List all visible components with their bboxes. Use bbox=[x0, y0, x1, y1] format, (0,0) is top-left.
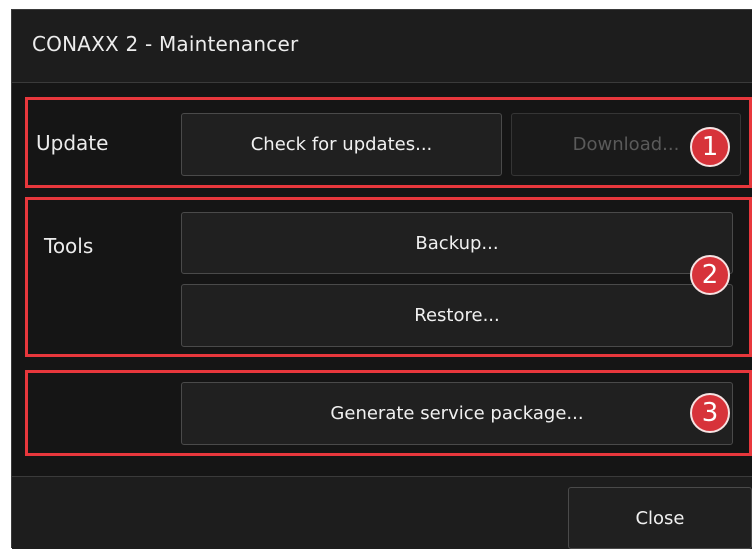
callout-badge-1: 1 bbox=[690, 127, 730, 167]
callout-badge-3: 3 bbox=[690, 393, 730, 433]
window-title: CONAXX 2 - Maintenancer bbox=[32, 32, 299, 56]
update-section-highlight bbox=[25, 97, 752, 188]
title-bar: CONAXX 2 - Maintenancer bbox=[12, 10, 752, 83]
service-section-highlight bbox=[25, 370, 752, 456]
close-button[interactable]: Close bbox=[568, 487, 752, 549]
callout-badge-2: 2 bbox=[690, 255, 730, 295]
tools-section-highlight bbox=[25, 197, 752, 357]
footer-bar: Close bbox=[12, 476, 752, 549]
